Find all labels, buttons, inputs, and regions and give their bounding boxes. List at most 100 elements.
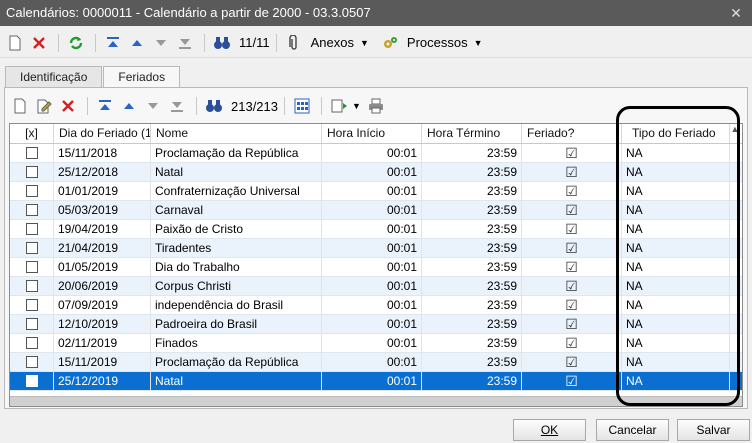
row-select-checkbox[interactable] xyxy=(10,163,54,181)
header-tipo-do-feriado[interactable]: Tipo do Feriado xyxy=(622,124,730,143)
table-row[interactable]: 01/01/2019 Confraternização Universal 00:0… xyxy=(10,182,742,201)
processos-menu[interactable]: Processos xyxy=(407,35,468,50)
header-hora-inicio[interactable]: Hora Início xyxy=(322,124,422,143)
checkbox-icon[interactable] xyxy=(25,279,38,292)
tab-feriados[interactable]: Feriados xyxy=(103,66,181,88)
cell-feriado-checkbox[interactable]: ☑ xyxy=(522,372,622,390)
cancel-button[interactable]: Cancelar xyxy=(596,419,669,441)
checkbox-icon[interactable] xyxy=(25,317,38,330)
checked-checkbox-icon[interactable]: ☑ xyxy=(565,183,578,199)
row-select-checkbox[interactable] xyxy=(10,220,54,238)
anexos-menu[interactable]: Anexos xyxy=(311,35,354,50)
checkbox-icon[interactable] xyxy=(25,203,38,216)
checkbox-icon[interactable] xyxy=(25,241,38,254)
close-window-icon[interactable]: ✕ xyxy=(726,0,746,26)
last-row-icon[interactable] xyxy=(166,95,188,117)
cell-feriado-checkbox[interactable]: ☑ xyxy=(522,220,622,238)
anexos-dropdown-icon[interactable]: ▼ xyxy=(360,38,369,48)
next-record-icon[interactable] xyxy=(150,32,172,54)
row-select-checkbox[interactable] xyxy=(10,144,54,162)
new-row-icon[interactable] xyxy=(9,95,31,117)
grid-search-binoculars-icon[interactable] xyxy=(203,95,225,117)
checked-checkbox-icon[interactable]: ☑ xyxy=(565,297,578,313)
checked-checkbox-icon[interactable]: ☑ xyxy=(565,278,578,294)
checked-checkbox-icon[interactable]: ☑ xyxy=(565,221,578,237)
table-row[interactable]: 12/10/2019 Padroeira do Brasil 00:01 23:59 ☑… xyxy=(10,315,742,334)
next-row-icon[interactable] xyxy=(142,95,164,117)
checkbox-icon[interactable] xyxy=(25,222,38,235)
cell-feriado-checkbox[interactable]: ☑ xyxy=(522,258,622,276)
checkbox-icon[interactable] xyxy=(25,165,38,178)
header-nome[interactable]: Nome xyxy=(151,124,322,143)
previous-row-icon[interactable] xyxy=(118,95,140,117)
horizontal-scrollbar[interactable] xyxy=(10,396,742,406)
first-row-icon[interactable] xyxy=(94,95,116,117)
table-row[interactable]: 20/06/2019 Corpus Christi 00:01 23:59 ☑ NA xyxy=(10,277,742,296)
header-hora-termino[interactable]: Hora Término xyxy=(422,124,522,143)
row-select-checkbox[interactable] xyxy=(10,258,54,276)
refresh-icon[interactable] xyxy=(65,32,87,54)
header-select-all[interactable]: [x] xyxy=(10,124,54,143)
row-select-checkbox[interactable] xyxy=(10,315,54,333)
table-row[interactable]: 25/12/2019 Natal 00:01 23:59 ☑ NA xyxy=(10,372,742,391)
export-arrow-icon[interactable] xyxy=(328,95,350,117)
ok-button[interactable]: OK xyxy=(513,419,586,441)
cell-feriado-checkbox[interactable]: ☑ xyxy=(522,163,622,181)
print-icon[interactable] xyxy=(365,95,387,117)
table-row[interactable]: 07/09/2019 independência do Brasil 00:01 23… xyxy=(10,296,742,315)
table-row[interactable]: 19/04/2019 Paixão de Cristo 00:01 23:59 ☑ NA xyxy=(10,220,742,239)
cell-feriado-checkbox[interactable]: ☑ xyxy=(522,182,622,200)
table-row[interactable]: 02/11/2019 Finados 00:01 23:59 ☑ NA xyxy=(10,334,742,353)
checked-checkbox-icon[interactable]: ☑ xyxy=(565,240,578,256)
previous-record-icon[interactable] xyxy=(126,32,148,54)
cell-feriado-checkbox[interactable]: ☑ xyxy=(522,296,622,314)
cell-feriado-checkbox[interactable]: ☑ xyxy=(522,353,622,371)
checkbox-icon[interactable] xyxy=(25,260,38,273)
table-row[interactable]: 05/03/2019 Carnaval 00:01 23:59 ☑ NA xyxy=(10,201,742,220)
grid-layout-icon[interactable] xyxy=(291,95,313,117)
row-select-checkbox[interactable] xyxy=(10,353,54,371)
checkbox-icon[interactable] xyxy=(25,374,38,387)
row-select-checkbox[interactable] xyxy=(10,239,54,257)
checkbox-icon[interactable] xyxy=(25,355,38,368)
checked-checkbox-icon[interactable]: ☑ xyxy=(565,164,578,180)
processos-dropdown-icon[interactable]: ▼ xyxy=(474,38,483,48)
cell-feriado-checkbox[interactable]: ☑ xyxy=(522,277,622,295)
paperclip-icon[interactable] xyxy=(283,32,305,54)
row-select-checkbox[interactable] xyxy=(10,372,54,390)
header-dia-do-feriado[interactable]: Dia do Feriado (1) xyxy=(54,124,151,143)
checked-checkbox-icon[interactable]: ☑ xyxy=(565,354,578,370)
cell-feriado-checkbox[interactable]: ☑ xyxy=(522,315,622,333)
tab-identificacao[interactable]: Identificação xyxy=(5,66,103,87)
table-row[interactable]: 25/12/2018 Natal 00:01 23:59 ☑ NA xyxy=(10,163,742,182)
checkbox-icon[interactable] xyxy=(25,298,38,311)
search-binoculars-icon[interactable] xyxy=(211,32,233,54)
header-feriado[interactable]: Feriado? xyxy=(522,124,622,143)
export-dropdown-icon[interactable]: ▼ xyxy=(352,101,361,111)
checkbox-icon[interactable] xyxy=(25,146,38,159)
cell-feriado-checkbox[interactable]: ☑ xyxy=(522,334,622,352)
save-button[interactable]: Salvar xyxy=(677,419,750,441)
delete-icon[interactable] xyxy=(28,32,50,54)
checked-checkbox-icon[interactable]: ☑ xyxy=(565,335,578,351)
cell-feriado-checkbox[interactable]: ☑ xyxy=(522,144,622,162)
table-row[interactable]: 21/04/2019 Tiradentes 00:01 23:59 ☑ NA xyxy=(10,239,742,258)
cell-feriado-checkbox[interactable]: ☑ xyxy=(522,201,622,219)
new-record-icon[interactable] xyxy=(4,32,26,54)
last-record-icon[interactable] xyxy=(174,32,196,54)
scroll-up-icon[interactable]: ▲ xyxy=(729,124,741,134)
checked-checkbox-icon[interactable]: ☑ xyxy=(565,202,578,218)
edit-row-icon[interactable] xyxy=(33,95,55,117)
row-select-checkbox[interactable] xyxy=(10,182,54,200)
row-select-checkbox[interactable] xyxy=(10,277,54,295)
processos-gear-icon[interactable] xyxy=(379,32,401,54)
row-select-checkbox[interactable] xyxy=(10,296,54,314)
delete-row-icon[interactable] xyxy=(57,95,79,117)
first-record-icon[interactable] xyxy=(102,32,124,54)
checkbox-icon[interactable] xyxy=(25,336,38,349)
row-select-checkbox[interactable] xyxy=(10,201,54,219)
table-row[interactable]: 15/11/2018 Proclamação da República 00:01 2… xyxy=(10,144,742,163)
checkbox-icon[interactable] xyxy=(25,184,38,197)
cell-feriado-checkbox[interactable]: ☑ xyxy=(522,239,622,257)
table-row[interactable]: 01/05/2019 Dia do Trabalho 00:01 23:59 ☑ NA xyxy=(10,258,742,277)
